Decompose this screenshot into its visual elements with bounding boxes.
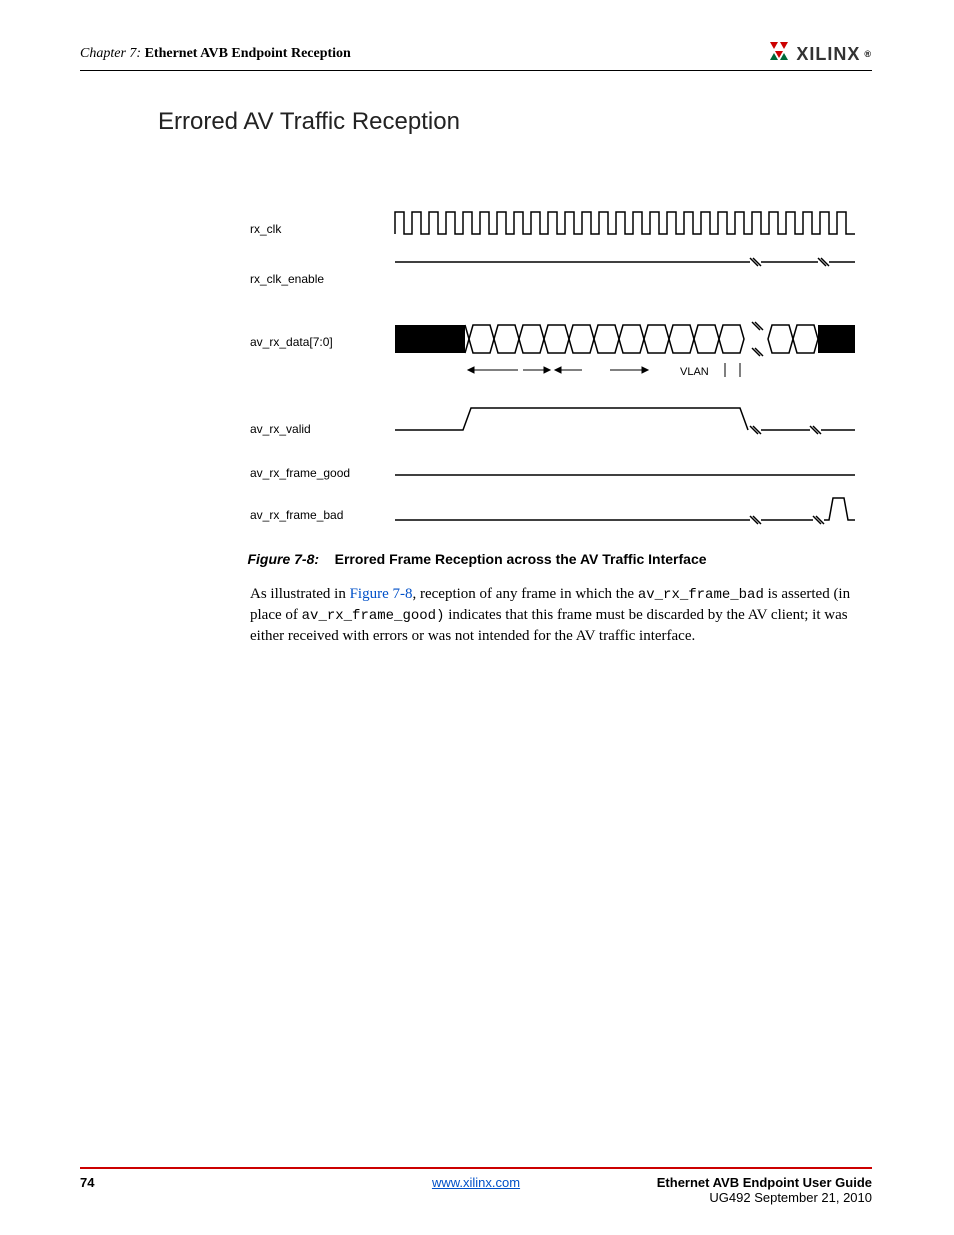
av-rx-data-wave: [395, 322, 855, 377]
para-text-1: As illustrated in: [250, 586, 350, 602]
code-snippet-2: av_rx_frame_good): [302, 608, 445, 624]
figure-link[interactable]: Figure 7-8: [350, 586, 413, 602]
av-rx-valid-wave: [395, 408, 855, 434]
logo-text: XILINX: [796, 44, 860, 65]
rx-clk-wave: [395, 212, 855, 234]
footer-right: Ethernet AVB Endpoint User Guide UG492 S…: [657, 1175, 872, 1205]
signal-label-av-rx-data: av_rx_data[7:0]: [250, 335, 333, 349]
rx-clk-enable-wave: [395, 258, 855, 266]
chapter-breadcrumb: Chapter 7: Ethernet AVB Endpoint Recepti…: [80, 46, 351, 62]
signal-label-rx-clk: rx_clk: [250, 222, 281, 236]
logo-registered: ®: [864, 49, 872, 59]
para-text-2: , reception of any frame in which the: [413, 586, 638, 602]
signal-label-av-rx-frame-good: av_rx_frame_good: [250, 466, 350, 480]
chapter-prefix: Chapter 7:: [80, 46, 141, 61]
xilinx-logo: XILINX ®: [770, 42, 872, 66]
footer-rule: [80, 1167, 872, 1169]
guide-title: Ethernet AVB Endpoint User Guide: [657, 1175, 872, 1190]
doc-id: UG492 September 21, 2010: [657, 1190, 872, 1205]
footer-url-link[interactable]: www.xilinx.com: [432, 1175, 520, 1190]
logo-icon: [770, 42, 792, 66]
page-header: Chapter 7: Ethernet AVB Endpoint Recepti…: [80, 42, 872, 71]
vlan-label: VLAN: [680, 366, 709, 378]
figure-number: Figure 7-8:: [247, 551, 319, 567]
figure-title: Errored Frame Reception across the AV Tr…: [335, 551, 707, 567]
signal-label-av-rx-valid: av_rx_valid: [250, 422, 311, 436]
page-number: 74: [80, 1175, 94, 1190]
signal-label-rx-clk-enable: rx_clk_enable: [250, 272, 324, 286]
av-rx-frame-bad-wave: [395, 498, 855, 524]
signal-label-av-rx-frame-bad: av_rx_frame_bad: [250, 508, 343, 522]
body-paragraph: As illustrated in Figure 7-8, reception …: [250, 584, 860, 646]
timing-diagram: rx_clk rx_clk_enable av_rx_data[7:0] av_…: [250, 200, 860, 540]
timing-diagram-svg: [250, 200, 860, 540]
code-snippet-1: av_rx_frame_bad: [638, 587, 764, 603]
page-footer: 74 www.xilinx.com Ethernet AVB Endpoint …: [80, 1175, 872, 1205]
section-title: Errored AV Traffic Reception: [158, 108, 460, 136]
chapter-title: Ethernet AVB Endpoint Reception: [145, 46, 351, 61]
figure-caption: Figure 7-8: Errored Frame Reception acro…: [0, 551, 954, 567]
